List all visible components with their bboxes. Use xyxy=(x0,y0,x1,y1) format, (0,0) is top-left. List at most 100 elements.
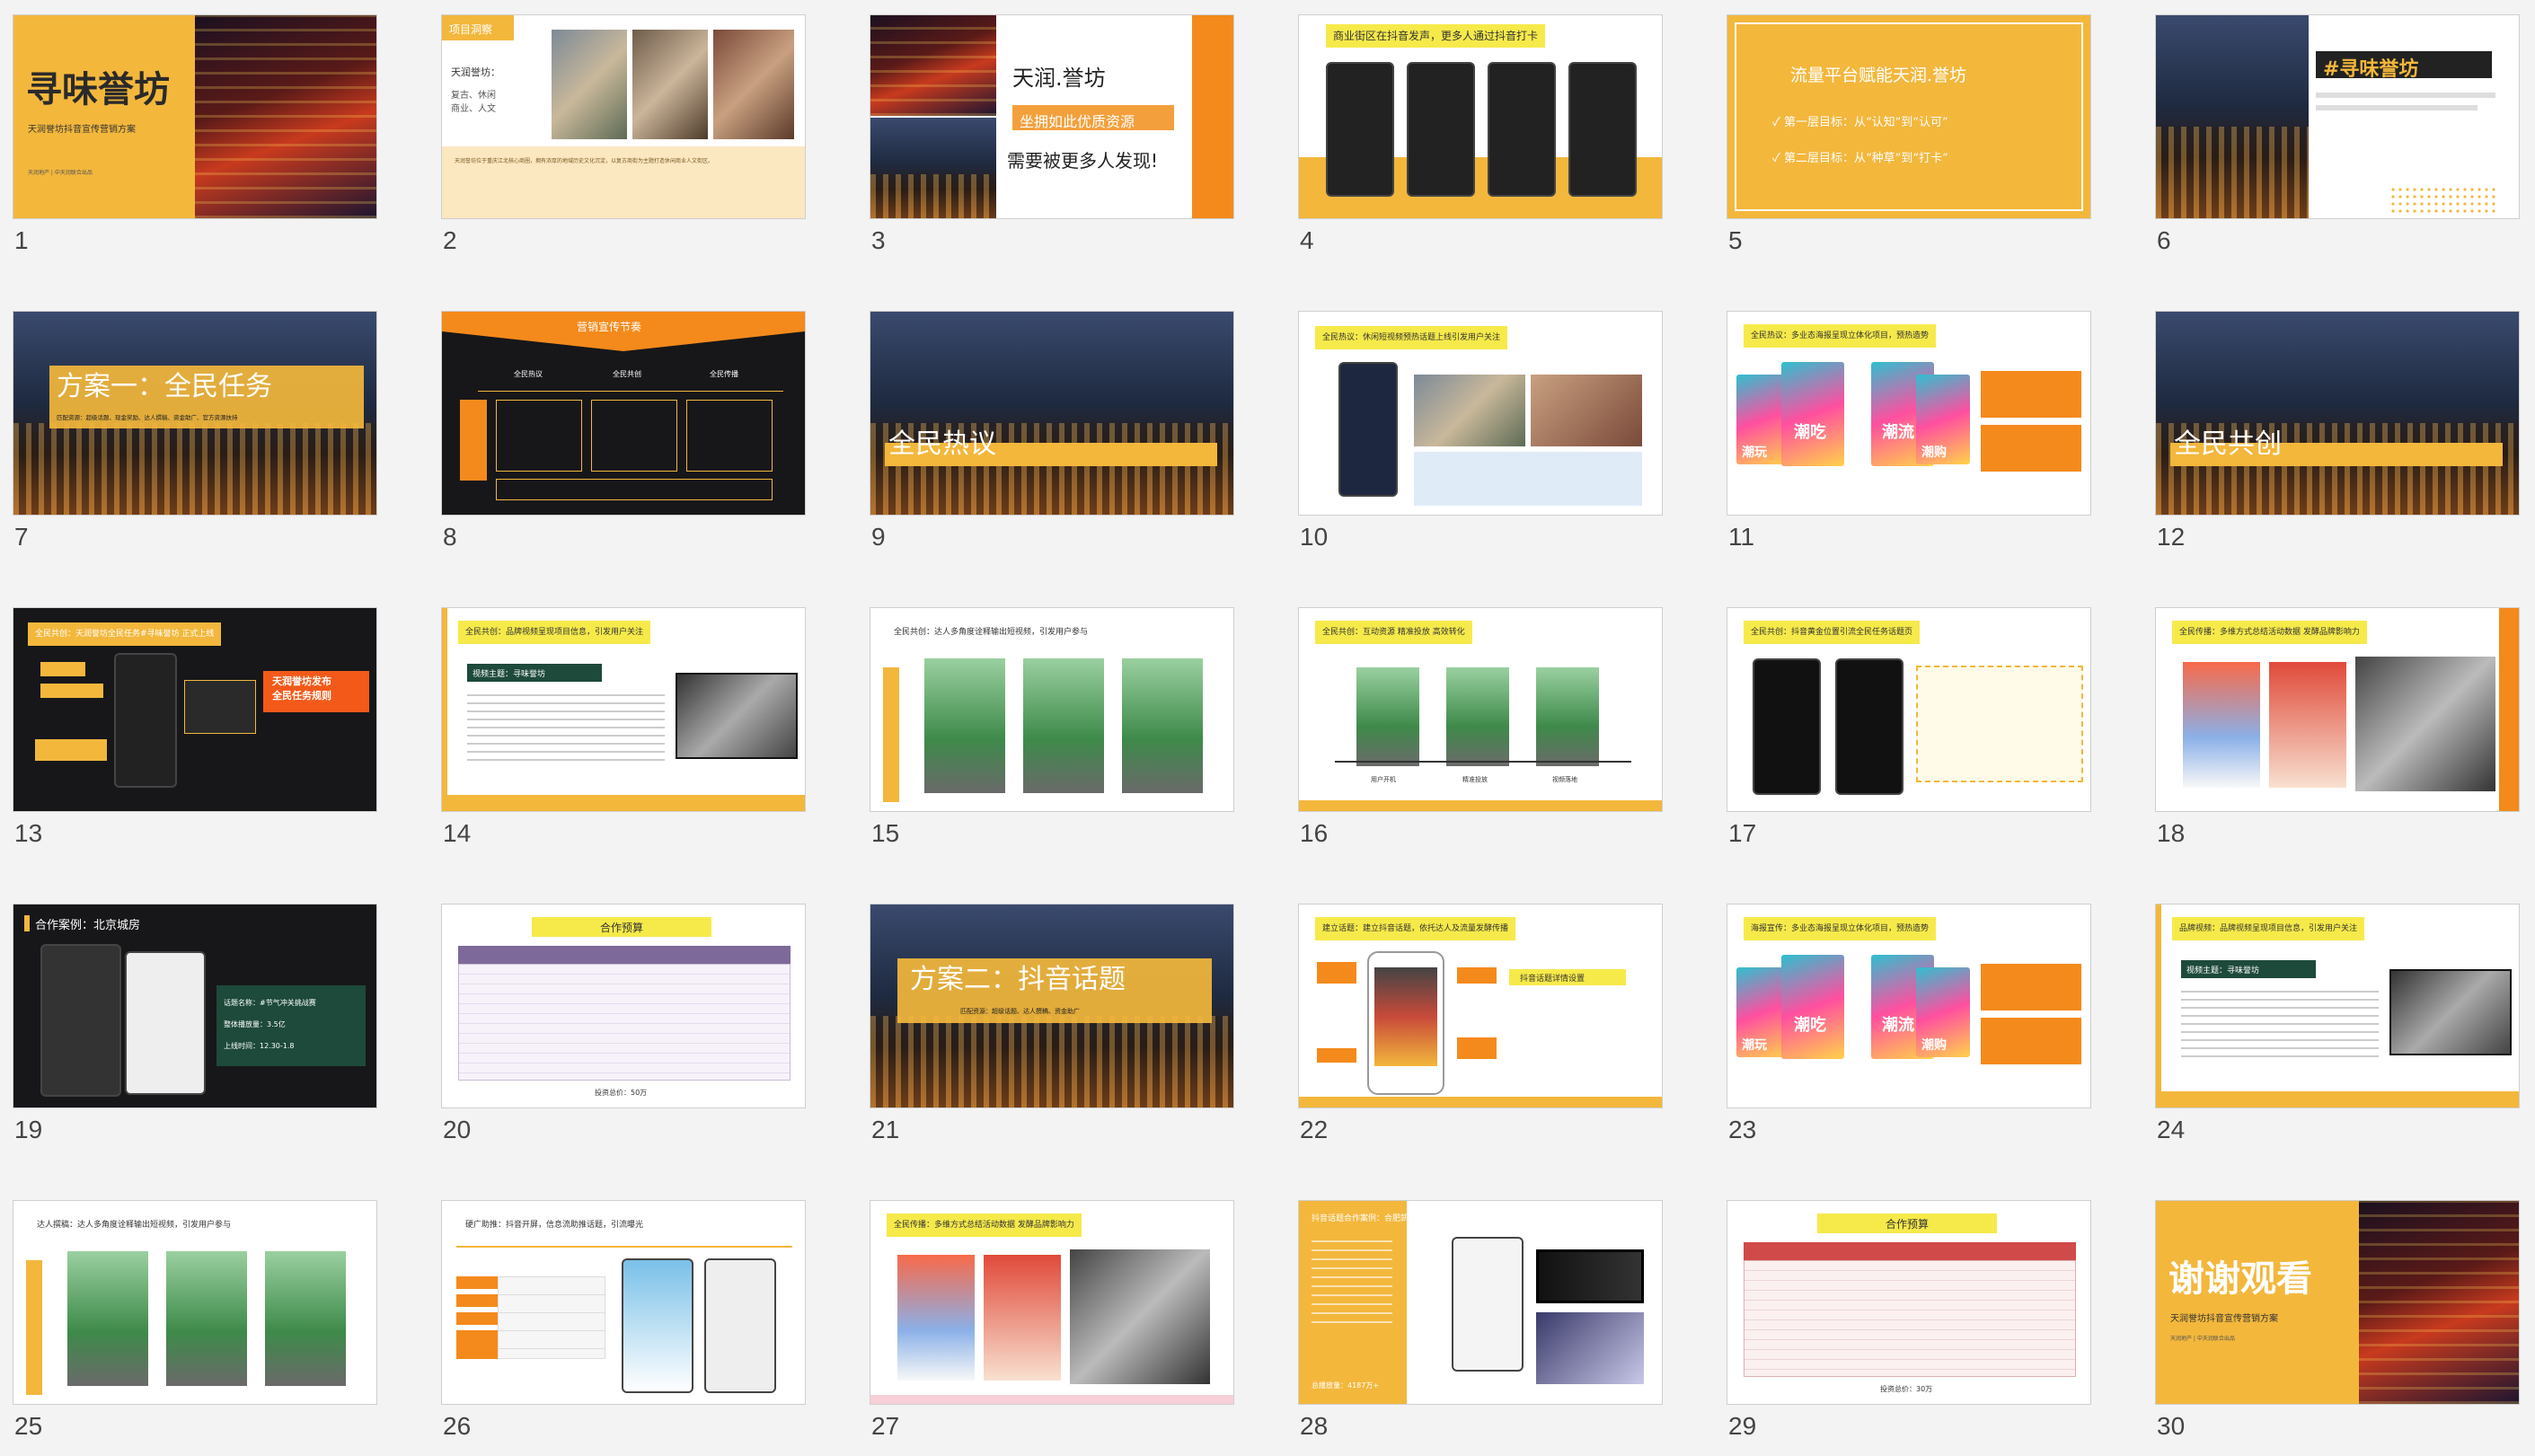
slide-thumbnail-13[interactable]: 全民共创：天润誉坊全民任务#寻味誉坊 正式上线 天润誉坊发布 全民任务规则 13 xyxy=(13,607,377,847)
slide-number: 29 xyxy=(1728,1412,1757,1440)
slide-number: 3 xyxy=(871,226,886,254)
slide-8-col-1: 全民热议 xyxy=(514,370,543,378)
slide-24-label: 视频主题：寻味誉坊 xyxy=(2186,966,2260,975)
slide-thumbnail-3[interactable]: 天润.誉坊 坐拥如此优质资源 需要被更多人发现! 3 xyxy=(870,14,1234,254)
slide-21-canvas: 方案二：抖音话题 匹配资源：超级话题、达人撰稿、资金助广 xyxy=(870,904,1234,1108)
slide-number: 1 xyxy=(14,226,29,254)
slide-thumbnail-15[interactable]: 全民共创：达人多角度诠释输出短视频，引发用户参与 15 xyxy=(870,607,1234,847)
slide-29-canvas: 合作预算 投资总价：30万 xyxy=(1727,1200,2091,1405)
slide-number: 8 xyxy=(443,523,457,551)
slide-20-title: 合作预算 xyxy=(600,922,644,934)
slide-7-title: 方案一：全民任务 xyxy=(57,371,272,402)
slide-thumbnail-26[interactable]: 硬广助推：抖音开屏，信息流助推话题，引流曝光 26 xyxy=(441,1200,806,1440)
slide-7-sub: 匹配资源：超级话题、现金奖励、达人撰稿、资金助广、官方资源扶持 xyxy=(57,414,238,421)
slide-12-canvas: 全民共创 xyxy=(2155,311,2520,516)
slide-17-title: 全民共创：抖音黄金位置引流全民任务话题页 xyxy=(1744,621,1921,644)
slide-21-title: 方案二：抖音话题 xyxy=(910,964,1126,995)
slide-27-title: 全民传播：多维方式总结活动数据 发酵品牌影响力 xyxy=(887,1213,1082,1237)
slide-22-canvas: 建立话题：建立抖音话题，依托达人及流量发酵传播 抖音话题详情设置 xyxy=(1298,904,1663,1108)
slide-11-tag-4: 潮购 xyxy=(1921,446,1947,460)
slide-number: 16 xyxy=(1300,819,1329,847)
slide-20-total: 投资总价：50万 xyxy=(595,1089,648,1097)
slide-10-title: 全民热议：休闲短视频预热话题上线引发用户关注 xyxy=(1315,326,1508,349)
slide-thumbnail-5[interactable]: 流量平台赋能天润.誉坊 ✓ 第一层目标：从“认知”到“认可” ✓ 第二层目标：从… xyxy=(1727,14,2091,254)
slide-2-desc: 复古、休闲 商业、人文 xyxy=(451,91,496,114)
slide-thumbnail-1[interactable]: 寻味誉坊 天润誉坊抖音宣传营销方案 天润地产 | 中天润联合出品 1 xyxy=(13,14,377,254)
slide-thumbnail-21[interactable]: 方案二：抖音话题 匹配资源：超级话题、达人撰稿、资金助广 21 xyxy=(870,904,1234,1143)
slide-17-canvas: 全民共创：抖音黄金位置引流全民任务话题页 xyxy=(1727,607,2091,812)
slide-16-caption-1: 用户开机 xyxy=(1371,776,1396,783)
slide-6-title: #寻味誉坊 xyxy=(2323,57,2419,81)
slide-23-tag-4: 潮购 xyxy=(1921,1038,1947,1053)
slide-thumbnail-9[interactable]: 全民热议 9 xyxy=(870,311,1234,551)
slide-7-canvas: 方案一：全民任务 匹配资源：超级话题、现金奖励、达人撰稿、资金助广、官方资源扶持 xyxy=(13,311,377,516)
slide-5-goal2: ✓ 第二层目标：从“种草”到“打卡” xyxy=(1772,152,1948,165)
slide-thumbnail-25[interactable]: 达人撰稿：达人多角度诠释输出短视频，引发用户参与 25 xyxy=(13,1200,377,1440)
slide-13-title: 全民共创：天润誉坊全民任务#寻味誉坊 正式上线 xyxy=(28,622,222,646)
slide-thumbnail-29[interactable]: 合作预算 投资总价：30万 29 xyxy=(1727,1200,2091,1440)
slide-number: 7 xyxy=(14,523,29,551)
slide-24-title: 品牌视频：品牌视频呈现项目信息，引发用户关注 xyxy=(2172,917,2365,940)
slide-24-canvas: 品牌视频：品牌视频呈现项目信息，引发用户关注 视频主题：寻味誉坊 xyxy=(2155,904,2520,1108)
slide-thumbnail-17[interactable]: 全民共创：抖音黄金位置引流全民任务话题页 17 xyxy=(1727,607,2091,847)
slide-thumbnail-22[interactable]: 建立话题：建立抖音话题，依托达人及流量发酵传播 抖音话题详情设置 22 xyxy=(1298,904,1663,1143)
slide-16-caption-3: 视频落地 xyxy=(1552,776,1577,783)
slide-3-line: 需要被更多人发现! xyxy=(1007,150,1159,172)
slide-19-stat-1: 话题名称：#节气冲关挑战赛 xyxy=(224,999,316,1007)
slide-26-title: 硬广助推：抖音开屏，信息流助推话题，引流曝光 xyxy=(458,1213,651,1237)
slide-thumbnail-27[interactable]: 全民传播：多维方式总结活动数据 发酵品牌影响力 27 xyxy=(870,1200,1234,1440)
slide-sorter: 寻味誉坊 天润誉坊抖音宣传营销方案 天润地产 | 中天润联合出品 1 项目洞察 … xyxy=(0,0,2535,1456)
slide-thumbnail-16[interactable]: 全民共创：互动资源 精准投放 高效转化 用户开机 精准投放 视频落地 16 xyxy=(1298,607,1663,847)
slide-number: 27 xyxy=(871,1412,900,1440)
slide-5-title: 流量平台赋能天润.誉坊 xyxy=(1790,66,1967,85)
slide-8-col-2: 全民共创 xyxy=(613,370,641,378)
slide-number: 22 xyxy=(1300,1116,1329,1143)
slide-thumbnail-24[interactable]: 品牌视频：品牌视频呈现项目信息，引发用户关注 视频主题：寻味誉坊 24 xyxy=(2155,904,2520,1143)
slide-thumbnail-14[interactable]: 全民共创：品牌视频呈现项目信息，引发用户关注 视频主题：寻味誉坊 14 xyxy=(441,607,806,847)
slide-number: 2 xyxy=(443,226,457,254)
slide-2-body: 天润誉坊位于重庆江北核心商圈，拥有浓厚的地域历史文化沉淀，以复古商街为主题打造休… xyxy=(455,158,714,164)
slide-thumbnail-23[interactable]: 海报宣传：多业态海报呈现立体化项目，预热造势 潮吃 潮流 潮玩 潮购 23 xyxy=(1727,904,2091,1143)
slide-number: 21 xyxy=(871,1116,900,1143)
slide-5-goal1: ✓ 第一层目标：从“认知”到“认可” xyxy=(1772,116,1948,129)
slide-thumbnail-28[interactable]: 抖音话题合作案例：合肥凯都 总播放量：4187万+ 28 xyxy=(1298,1200,1663,1440)
slide-thumbnail-20[interactable]: 合作预算 投资总价：50万 20 xyxy=(441,904,806,1143)
slide-30-canvas: 谢谢观看 天润誉坊抖音宣传营销方案 天润地产 | 中天润联合出品 xyxy=(2155,1200,2520,1405)
slide-thumbnail-6[interactable]: #寻味誉坊 6 xyxy=(2155,14,2520,254)
slide-thumbnail-7[interactable]: 方案一：全民任务 匹配资源：超级话题、现金奖励、达人撰稿、资金助广、官方资源扶持… xyxy=(13,311,377,551)
slide-number: 10 xyxy=(1300,523,1329,551)
slide-26-canvas: 硬广助推：抖音开屏，信息流助推话题，引流曝光 xyxy=(441,1200,806,1405)
slide-16-canvas: 全民共创：互动资源 精准投放 高效转化 用户开机 精准投放 视频落地 xyxy=(1298,607,1663,812)
slide-1-title: 寻味誉坊 xyxy=(26,68,170,110)
slide-5-canvas: 流量平台赋能天润.誉坊 ✓ 第一层目标：从“认知”到“认可” ✓ 第二层目标：从… xyxy=(1727,14,2091,219)
slide-8-canvas: 营销宣传节奏 全民热议 全民共创 全民传播 xyxy=(441,311,806,516)
slide-1-subtitle: 天润誉坊抖音宣传营销方案 xyxy=(28,125,136,135)
slide-thumbnail-4[interactable]: 商业街区在抖音发声，更多人通过抖音打卡 4 xyxy=(1298,14,1663,254)
slide-thumbnail-10[interactable]: 全民热议：休闲短视频预热话题上线引发用户关注 10 xyxy=(1298,311,1663,551)
slide-6-canvas: #寻味誉坊 xyxy=(2155,14,2520,219)
slide-number: 5 xyxy=(1728,226,1743,254)
slide-13-canvas: 全民共创：天润誉坊全民任务#寻味誉坊 正式上线 天润誉坊发布 全民任务规则 xyxy=(13,607,377,812)
slide-thumbnail-2[interactable]: 项目洞察 天润誉坊： 复古、休闲 商业、人文 天润誉坊位于重庆江北核心商圈，拥有… xyxy=(441,14,806,254)
slide-thumbnail-8[interactable]: 营销宣传节奏 全民热议 全民共创 全民传播 8 xyxy=(441,311,806,551)
slide-23-canvas: 海报宣传：多业态海报呈现立体化项目，预热造势 潮吃 潮流 潮玩 潮购 xyxy=(1727,904,2091,1108)
slide-11-tag-3: 潮玩 xyxy=(1742,446,1767,460)
slide-thumbnail-19[interactable]: 合作案例：北京城房 话题名称：#节气冲关挑战赛 整体播放量：3.5亿 上线时间：… xyxy=(13,904,377,1143)
slide-number: 13 xyxy=(14,819,43,847)
slide-21-sub: 匹配资源：超级话题、达人撰稿、资金助广 xyxy=(960,1008,1080,1015)
slide-number: 9 xyxy=(871,523,886,551)
slide-29-title: 合作预算 xyxy=(1886,1218,1930,1231)
slide-number: 19 xyxy=(14,1116,43,1143)
slide-thumbnail-18[interactable]: 全民传播：多维方式总结活动数据 发酵品牌影响力 18 xyxy=(2155,607,2520,847)
slide-thumbnail-30[interactable]: 谢谢观看 天润誉坊抖音宣传营销方案 天润地产 | 中天润联合出品 30 xyxy=(2155,1200,2520,1440)
slide-4-title: 商业街区在抖音发声，更多人通过抖音打卡 xyxy=(1326,24,1546,48)
slide-thumbnail-12[interactable]: 全民共创 12 xyxy=(2155,311,2520,551)
slide-thumbnail-11[interactable]: 全民热议：多业态海报呈现立体化项目，预热造势 潮吃 潮流 潮玩 潮购 11 xyxy=(1727,311,2091,551)
slide-number: 4 xyxy=(1300,226,1314,254)
slide-27-canvas: 全民传播：多维方式总结活动数据 发酵品牌影响力 xyxy=(870,1200,1234,1405)
slide-15-title: 全民共创：达人多角度诠释输出短视频，引发用户参与 xyxy=(887,621,1096,644)
slide-number: 18 xyxy=(2157,819,2186,847)
slide-30-title: 谢谢观看 xyxy=(2168,1257,2312,1300)
slide-number: 30 xyxy=(2157,1412,2186,1440)
slide-11-title: 全民热议：多业态海报呈现立体化项目，预热造势 xyxy=(1744,324,1937,348)
